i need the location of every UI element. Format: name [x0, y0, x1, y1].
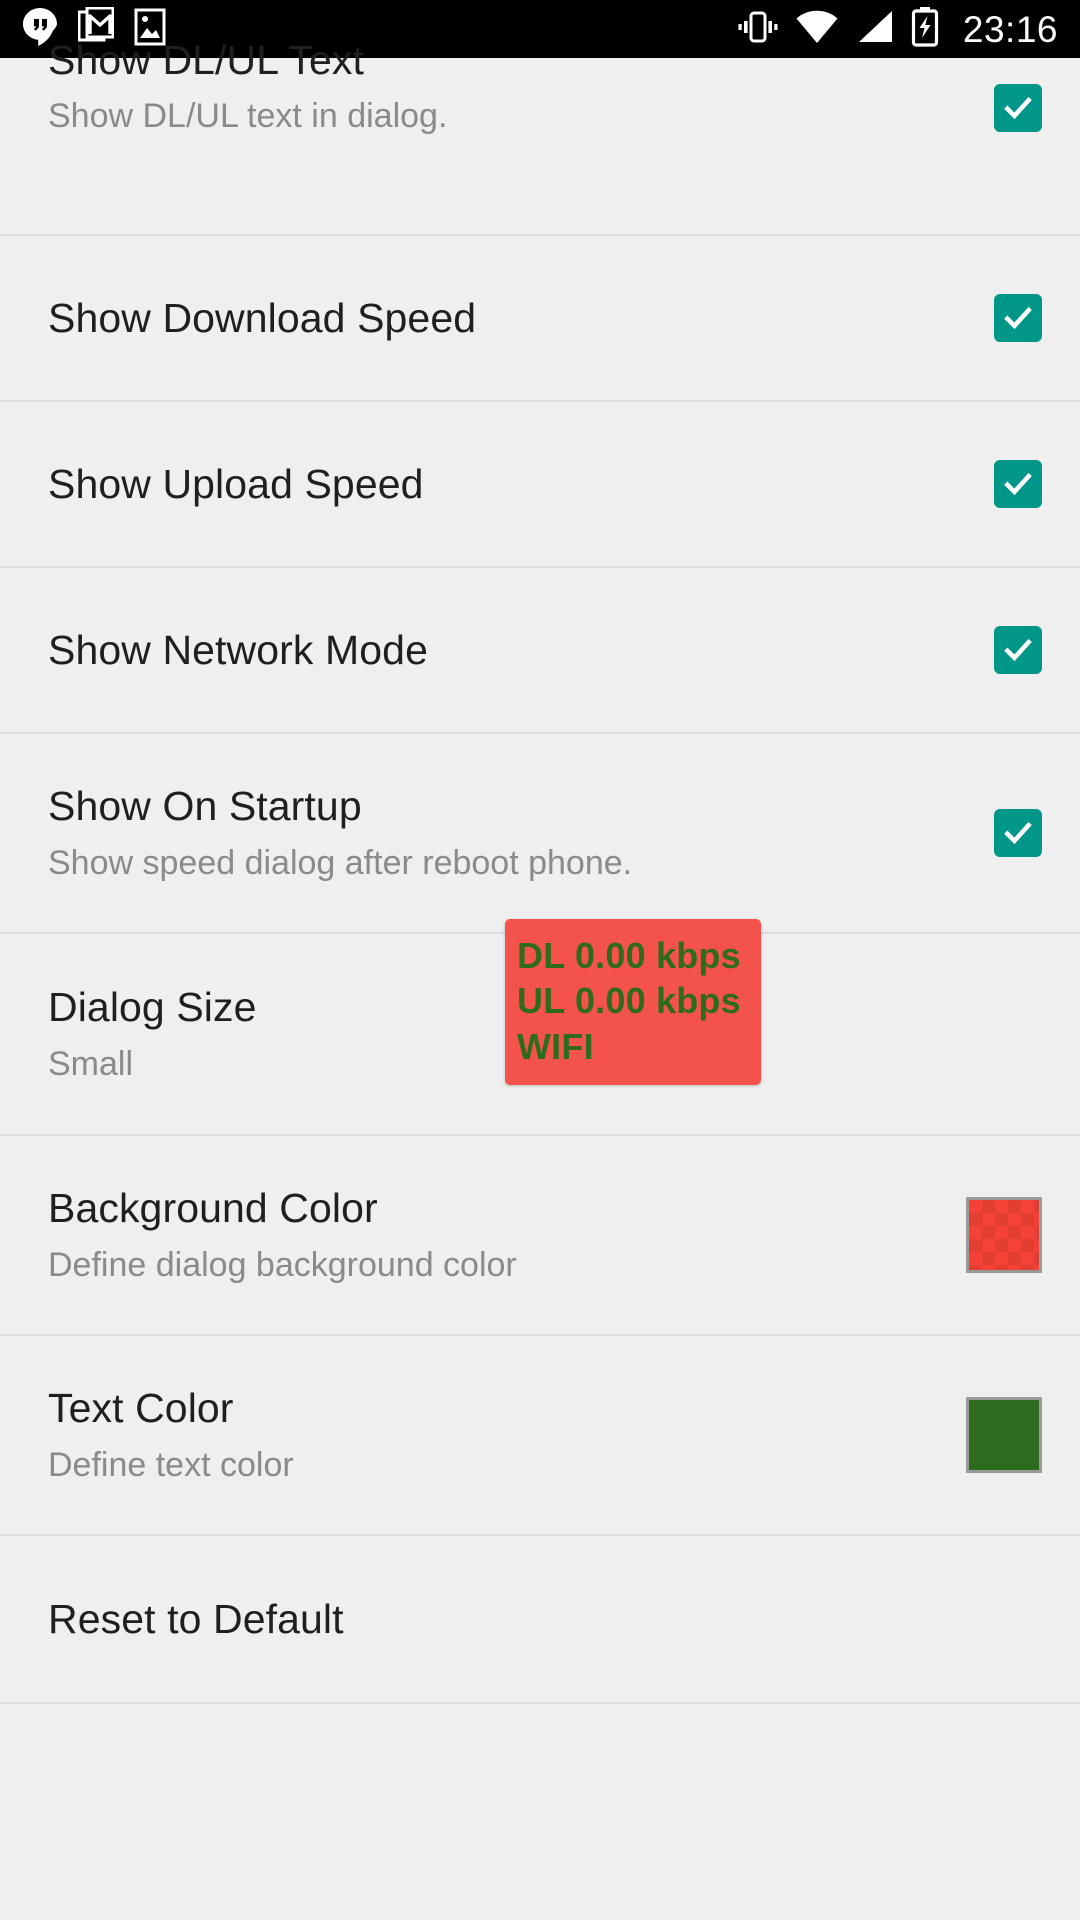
setting-accessory — [994, 809, 1042, 857]
setting-title: Show DL/UL Text — [48, 37, 364, 83]
color-swatch-background[interactable] — [966, 1197, 1042, 1273]
setting-title: Show On Startup — [48, 783, 362, 830]
setting-title: Text Color — [48, 1385, 234, 1432]
setting-text-block: Background Color Define dialog backgroun… — [48, 1184, 942, 1285]
setting-summary: Show speed dialog after reboot phone. — [48, 843, 633, 882]
checkbox-show-dl-ul-text[interactable] — [994, 84, 1042, 132]
checkbox-show-download-speed[interactable] — [994, 294, 1042, 342]
setting-row-background-color[interactable]: Background Color Define dialog backgroun… — [0, 1136, 1080, 1336]
status-bar-clock: 23:16 — [962, 8, 1058, 50]
setting-title: Reset to Default — [48, 1595, 344, 1642]
setting-accessory — [994, 626, 1042, 674]
setting-text-block: Text Color Define text color — [48, 1384, 942, 1485]
setting-title: Background Color — [48, 1185, 378, 1232]
setting-row-show-network-mode[interactable]: Show Network Mode — [0, 568, 1080, 734]
setting-title: Show Upload Speed — [48, 460, 424, 507]
setting-row-reset-to-default[interactable]: Reset to Default — [0, 1536, 1080, 1704]
setting-summary: Define dialog background color — [48, 1245, 517, 1284]
dialog-download-line: DL 0.00 kbps — [517, 935, 741, 976]
setting-text-block: Show Download Speed — [48, 294, 970, 342]
setting-row-show-dl-ul-text[interactable]: Show DL/UL Text Show DL/UL text in dialo… — [0, 37, 1080, 236]
setting-accessory — [966, 1397, 1042, 1473]
checkbox-show-upload-speed[interactable] — [994, 460, 1042, 508]
setting-accessory — [994, 294, 1042, 342]
setting-accessory — [994, 460, 1042, 508]
setting-summary: Show DL/UL text in dialog. — [48, 97, 448, 136]
settings-list: Show DL/UL Text Show DL/UL text in dialo… — [0, 37, 1080, 1704]
setting-summary: Define text color — [48, 1445, 294, 1484]
setting-accessory — [994, 84, 1042, 132]
speed-dialog-preview[interactable]: DL 0.00 kbps UL 0.00 kbps WIFI — [505, 919, 761, 1086]
setting-text-block: Show Upload Speed — [48, 460, 970, 508]
setting-row-show-download-speed[interactable]: Show Download Speed — [0, 236, 1080, 402]
setting-row-show-on-startup[interactable]: Show On Startup Show speed dialog after … — [0, 734, 1080, 934]
setting-title: Show Download Speed — [48, 294, 477, 341]
setting-text-block: Show DL/UL Text Show DL/UL text in dialo… — [48, 36, 970, 137]
setting-row-text-color[interactable]: Text Color Define text color — [0, 1336, 1080, 1536]
setting-row-dialog-size[interactable]: Dialog Size Small DL 0.00 kbps UL 0.00 k… — [0, 919, 1080, 1136]
setting-text-block: Show On Startup Show speed dialog after … — [48, 782, 970, 883]
setting-title: Show Network Mode — [48, 626, 428, 673]
dialog-upload-line: UL 0.00 kbps — [517, 980, 741, 1022]
dialog-network-line: WIFI — [517, 1025, 594, 1067]
setting-text-block: Reset to Default — [48, 1595, 1042, 1643]
color-swatch-text[interactable] — [966, 1397, 1042, 1473]
setting-row-show-upload-speed[interactable]: Show Upload Speed — [0, 402, 1080, 568]
checkbox-show-on-startup[interactable] — [994, 809, 1042, 857]
setting-accessory — [966, 1197, 1042, 1273]
setting-text-block: Show Network Mode — [48, 626, 970, 674]
checkbox-show-network-mode[interactable] — [994, 626, 1042, 674]
